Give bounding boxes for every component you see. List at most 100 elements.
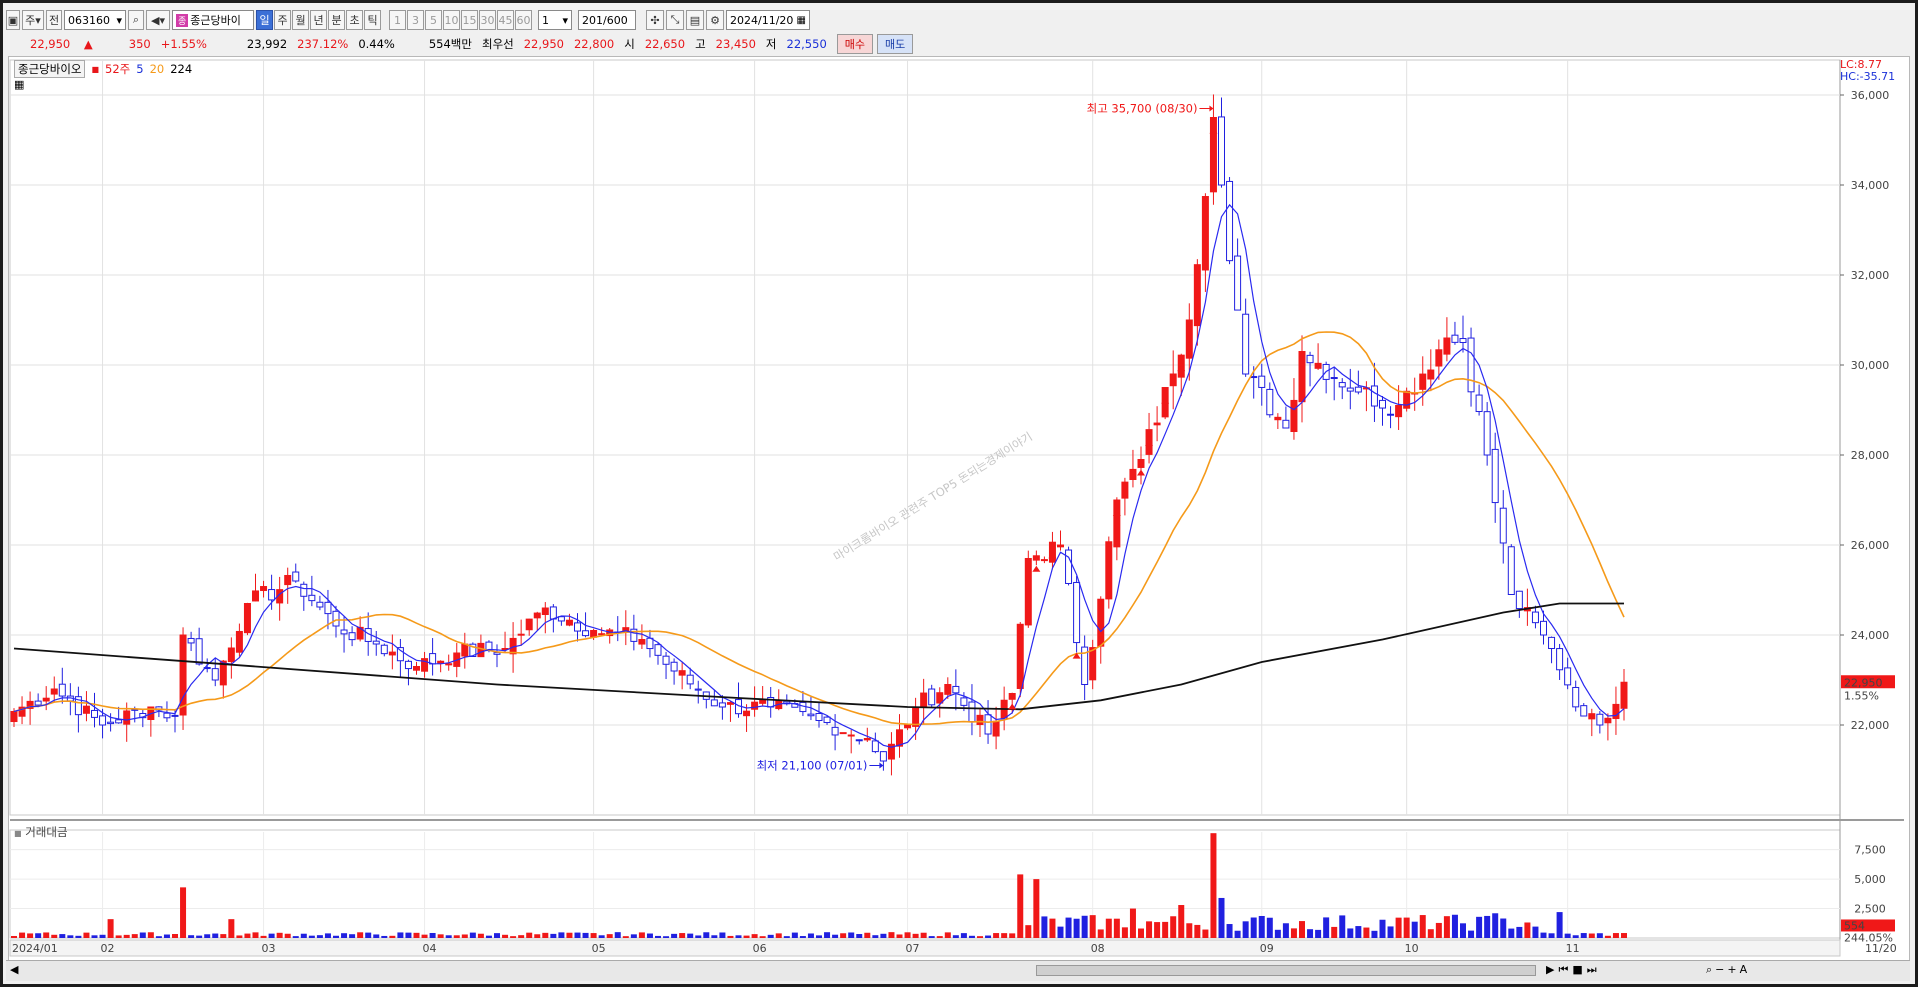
volume-bar [719, 932, 726, 938]
candle-body [831, 726, 839, 736]
candle-body [372, 640, 380, 645]
chart-scrollbar[interactable]: ◀ ▶⏮■⏭ ⌕−+A [6, 960, 1910, 981]
volume-bar [703, 932, 710, 938]
volume-bar [1572, 935, 1579, 938]
candle-body [1531, 611, 1539, 624]
candle-body [82, 705, 90, 714]
volume-bar [316, 935, 323, 938]
candle-body [1572, 686, 1580, 708]
candle-body [260, 586, 268, 592]
candle-body [227, 647, 235, 663]
volume-bar [260, 935, 267, 938]
candle-body [879, 751, 887, 762]
volume-bar [985, 935, 992, 938]
volume-bar [896, 934, 903, 938]
volume-bar [1580, 933, 1587, 938]
candle-body [1129, 468, 1137, 480]
volume-bar [1218, 897, 1225, 938]
candle-body [99, 715, 107, 726]
candle-body [1451, 334, 1459, 343]
volume-bar [349, 934, 356, 938]
scroll-left-icon[interactable]: ◀ [10, 963, 18, 976]
legend-ma20: 20 [149, 62, 165, 76]
volume-tick-label: 5,000 [1854, 873, 1886, 886]
candle-body [300, 583, 308, 597]
chart-legend: 종근당바이오 ■ 52주 5 20 224 [14, 60, 192, 78]
x-tick-label: 07 [906, 942, 920, 955]
volume-bar [115, 935, 122, 938]
candle-body [1330, 377, 1338, 380]
volume-bar [1081, 915, 1088, 938]
candle-body [187, 637, 195, 644]
candle-body [807, 713, 815, 717]
volume-bar [180, 887, 187, 938]
volume-bar [1234, 930, 1241, 938]
grid-toggle-icon[interactable]: ▦ [14, 78, 24, 91]
candle-body [847, 734, 855, 737]
volume-bar [630, 934, 637, 938]
volume-panel-label: ■ 거래대금 [14, 824, 68, 840]
price-tick-label: 22,000 [1851, 719, 1890, 732]
zoom-controls[interactable]: ⌕−+A [1706, 963, 1750, 977]
candle-body [461, 643, 469, 657]
volume-bar [807, 933, 814, 938]
volume-bar [1492, 913, 1499, 938]
playback-controls[interactable]: ▶⏮■⏭ [1546, 963, 1601, 977]
candle-body [413, 666, 420, 671]
volume-bar [324, 933, 331, 938]
volume-bar [711, 935, 718, 938]
signal-marker [1137, 469, 1145, 476]
candle-body [1443, 337, 1451, 355]
volume-bar [365, 932, 372, 938]
volume-bar [389, 935, 396, 938]
volume-bar [1170, 916, 1177, 938]
candle-body [58, 683, 66, 697]
volume-bar [43, 932, 50, 938]
candle-body [1113, 499, 1121, 548]
candle-body [912, 706, 920, 727]
volume-bar [912, 933, 919, 938]
candle-body [960, 697, 968, 706]
volume-bar [1564, 933, 1571, 938]
candle-body [855, 739, 863, 742]
volume-bar [1500, 918, 1507, 938]
volume-bar [163, 934, 170, 938]
volume-bar [590, 933, 597, 938]
candle-body [1548, 636, 1556, 650]
volume-bar [1210, 833, 1217, 938]
volume-bar [920, 932, 927, 938]
candle-body [1379, 399, 1386, 409]
candle-body [477, 642, 485, 658]
candle-body [1596, 713, 1604, 726]
x-tick-label: 09 [1260, 942, 1274, 955]
scroll-thumb[interactable] [1036, 965, 1536, 976]
candle-body [340, 629, 348, 635]
candle-body [1201, 196, 1209, 271]
volume-bar [1548, 933, 1555, 938]
volume-bar [268, 933, 275, 938]
volume-bar [1194, 924, 1201, 938]
volume-panel-title: 거래대금 [25, 825, 68, 839]
volume-bar [1162, 921, 1169, 938]
candle-body [1475, 394, 1483, 413]
volume-bar [397, 932, 404, 938]
candle-body [1008, 693, 1016, 700]
candle-body [557, 616, 565, 622]
candle-body [107, 721, 115, 725]
volume-bar [1041, 916, 1048, 938]
candle-body [50, 688, 58, 695]
candle-body [1306, 354, 1314, 364]
candle-body [968, 701, 976, 723]
volume-bar [735, 935, 742, 938]
volume-bar [888, 932, 895, 938]
volume-bar [437, 934, 444, 938]
volume-bar [614, 932, 621, 938]
volume-bar [469, 932, 476, 938]
volume-bar [743, 935, 750, 938]
volume-bar [1339, 915, 1346, 938]
candle-body [1282, 419, 1290, 429]
volume-bar [767, 934, 774, 938]
legend-stock-name[interactable]: 종근당바이오 [14, 60, 86, 78]
volume-bar [936, 936, 943, 938]
volume-bar [1202, 929, 1209, 938]
